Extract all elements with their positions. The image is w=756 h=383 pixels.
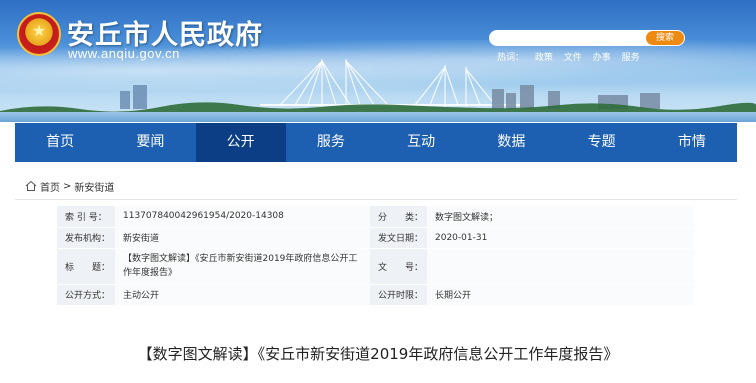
nav-item-topics[interactable]: 专题 [557,123,647,162]
nav-item-city-info[interactable]: 市情 [647,123,737,162]
period-label: 公开时限： [370,284,427,306]
date-value: 2020-01-31 [427,227,694,249]
search-button[interactable]: 搜索 [646,31,684,45]
water-strip [0,112,756,122]
search-input[interactable] [497,31,637,45]
date-label: 发文日期： [370,227,427,249]
period-value: 长期公开 [427,284,694,306]
breadcrumb-current[interactable]: 新安街道 [74,179,114,194]
docno-value [427,248,694,285]
article-title: 【数字图文解读】《安丘市新安街道2019年政府信息公开工作年度报告》 [137,345,619,363]
docno-label: 文 号： [370,248,427,285]
nav-item-interact[interactable]: 互动 [376,123,466,162]
index-label: 索 引 号： [57,206,115,228]
breadcrumb-home[interactable]: 首页 [40,179,60,194]
hotwords-label: 热词： [497,53,525,63]
national-emblem-icon: ★ [17,12,61,56]
nav-item-service[interactable]: 服务 [286,123,376,162]
bridge-skyline-illustration [0,59,756,117]
index-value: 11370784004296195​4/2020-14308 [115,206,370,228]
site-url: www.anqiu.gov.cn [68,46,180,61]
breadcrumb-divider [15,199,737,200]
hotword-link[interactable]: 服务 [622,53,640,63]
title-label: 标 题： [57,248,115,285]
table-row: 公开方式： 主动公开 公开时限： 长期公开 [57,284,694,306]
nav-item-home[interactable]: 首页 [15,123,105,162]
document-info-table: 索 引 号： 11370784004296195​4/2020-14308 分 … [57,206,694,306]
hotword-link[interactable]: 办事 [593,53,611,63]
method-label: 公开方式： [57,284,115,306]
nav-item-public[interactable]: 公开 [195,123,286,162]
breadcrumb: 首页 > 新安街道 [15,176,737,196]
main-nav: 首页 要闻 公开 服务 互动 数据 专题 市情 [15,123,737,162]
hotwords-bar: 热词： 政策 文件 办事 服务 [497,50,648,63]
title-value: 【数字图文解读】《安丘市新安街道2019年政府信息公开工作年度报告》 [115,248,370,285]
hotword-link[interactable]: 文件 [564,53,582,63]
publisher-value: 新安街道 [115,227,370,249]
breadcrumb-separator: > [63,180,72,192]
table-row: 索 引 号： 11370784004296195​4/2020-14308 分 … [57,206,694,228]
category-label: 分 类： [370,206,427,228]
table-row: 标 题： 【数字图文解读】《安丘市新安街道2019年政府信息公开工作年度报告》 … [57,248,694,285]
nav-item-data[interactable]: 数据 [466,123,556,162]
nav-item-news[interactable]: 要闻 [105,123,195,162]
hotword-link[interactable]: 政策 [535,53,553,63]
publisher-label: 发布机构： [57,227,115,249]
table-row: 发布机构： 新安街道 发文日期： 2020-01-31 [57,227,694,249]
category-value: 数字图文解读； [427,206,694,228]
home-icon [25,180,37,191]
method-value: 主动公开 [115,284,370,306]
